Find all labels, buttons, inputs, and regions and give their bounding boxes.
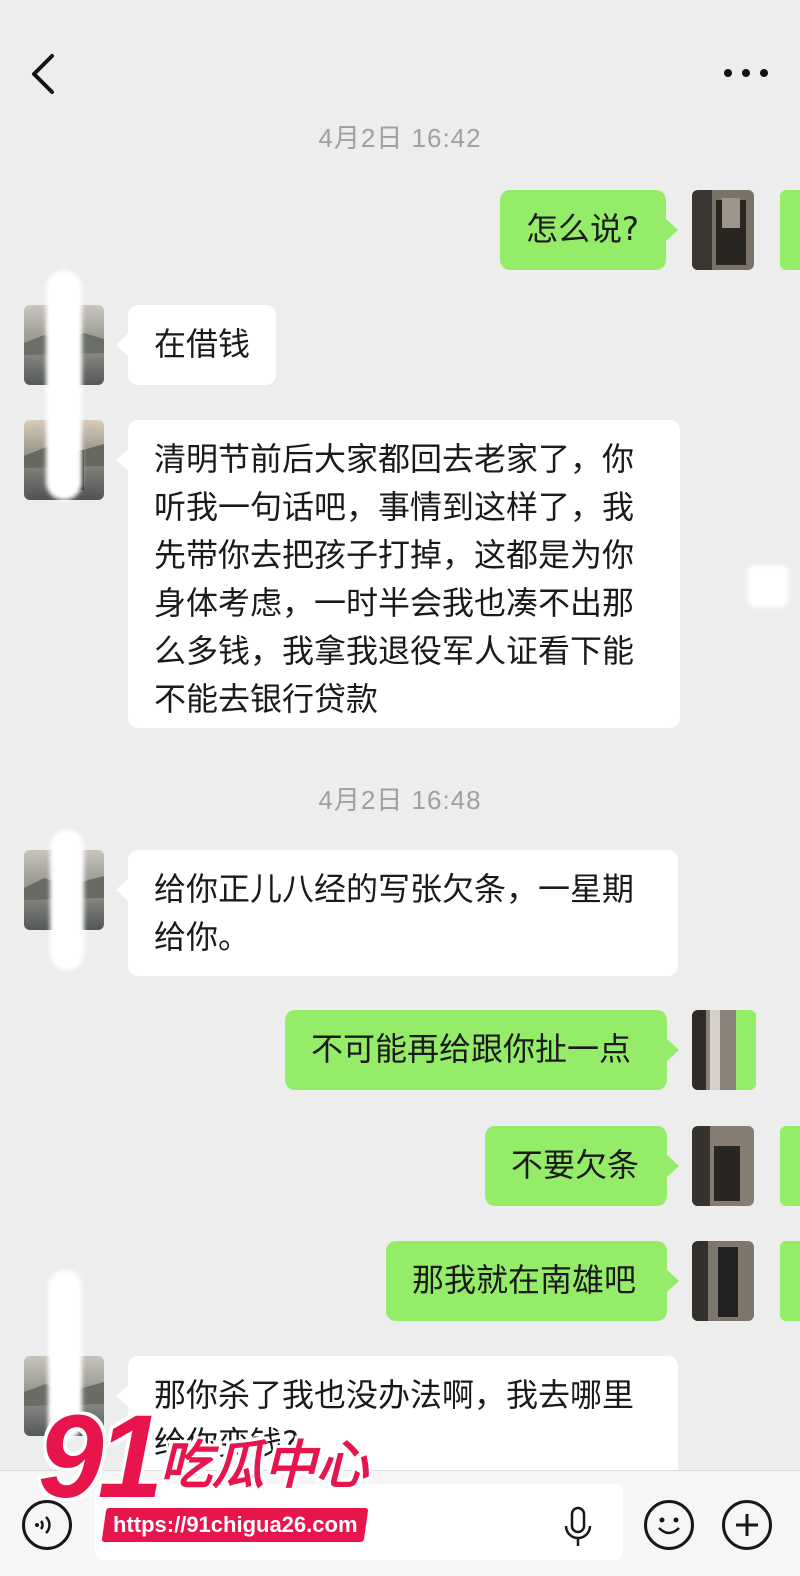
timestamp: 4月2日 16:48 <box>318 785 482 815</box>
timestamp: 4月2日 16:42 <box>318 123 482 153</box>
message-bubble-incoming[interactable]: 在借钱 <box>116 305 276 385</box>
message-text: 给你正儿八经的写张欠条，一星期给你。 <box>154 870 635 956</box>
message-text: 不要欠条 <box>511 1146 640 1184</box>
more-dots-icon[interactable] <box>720 58 772 88</box>
chevron-left-icon[interactable] <box>22 48 66 100</box>
microphone-icon[interactable] <box>562 1506 594 1550</box>
message-bubble-incoming[interactable]: 给你正儿八经的写张欠条，一星期给你。 <box>116 850 678 976</box>
message-text: 清明节前后大家都回去老家了，你听我一句话吧，事情到这样了，我先带你去把孩子打掉，… <box>154 440 635 718</box>
watermark-url: https://91chigua26.com <box>101 1508 369 1542</box>
message-bubble-outgoing[interactable]: 不要欠条 <box>485 1126 679 1206</box>
message-text: 不可能再给跟你扯一点 <box>311 1030 632 1068</box>
emoji-icon[interactable] <box>644 1500 694 1550</box>
watermark-logo-name: 吃瓜中心 <box>160 1436 369 1496</box>
cropped-bubble-edge <box>780 190 800 270</box>
avatar[interactable] <box>692 1126 754 1206</box>
redaction-smudge <box>748 565 788 607</box>
avatar[interactable] <box>692 1241 754 1321</box>
watermark-logo-number: 91 <box>38 1391 163 1523</box>
redaction-smudge <box>46 270 82 500</box>
message-text: 在借钱 <box>154 325 251 363</box>
plus-icon[interactable] <box>722 1500 772 1550</box>
chat-header <box>0 0 800 115</box>
avatar[interactable] <box>692 190 754 270</box>
message-bubble-outgoing[interactable]: 怎么说? <box>500 190 678 270</box>
cropped-bubble-edge <box>736 1010 756 1090</box>
message-text: 那我就在南雄吧 <box>412 1261 637 1299</box>
message-text: 怎么说? <box>526 210 639 248</box>
cropped-bubble-edge <box>780 1126 800 1206</box>
watermark-url-text: https://91chigua26.com <box>112 1512 358 1537</box>
message-bubble-outgoing[interactable]: 不可能再给跟你扯一点 <box>285 1010 679 1090</box>
message-bubble-outgoing[interactable]: 那我就在南雄吧 <box>386 1241 679 1321</box>
redaction-smudge <box>50 830 84 970</box>
message-bubble-incoming[interactable]: 清明节前后大家都回去老家了，你听我一句话吧，事情到这样了，我先带你去把孩子打掉，… <box>116 420 680 728</box>
cropped-bubble-edge <box>780 1241 800 1321</box>
